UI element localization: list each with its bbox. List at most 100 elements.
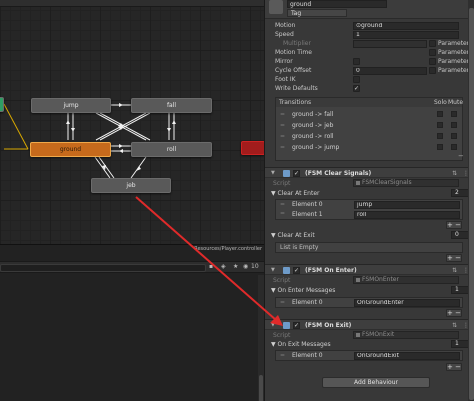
fsm-on-exit-enabled-checkbox[interactable]: ✓ bbox=[293, 322, 300, 329]
exit-state[interactable] bbox=[241, 141, 264, 155]
on-enter-script-label: Script bbox=[273, 277, 291, 284]
solo-checkbox[interactable] bbox=[437, 133, 443, 139]
on-exit-script-row: Script FSMOnExit bbox=[265, 331, 474, 340]
solo-checkbox[interactable] bbox=[437, 111, 443, 117]
mirror-parameter-label: Parameter bbox=[438, 58, 470, 65]
bottom-panel: Resources/Player.controller ▪ ◈ ★ ◉ 10 bbox=[0, 244, 264, 401]
state-fall[interactable]: fall bbox=[131, 98, 212, 113]
transitions-list: Transitions Solo Mute = ground -> fall = gr… bbox=[275, 97, 463, 161]
bottom-scroll-thumb[interactable] bbox=[259, 375, 263, 401]
speed-field[interactable]: 1 bbox=[353, 30, 459, 39]
mute-checkbox[interactable] bbox=[451, 111, 457, 117]
drag-handle-icon[interactable]: = bbox=[280, 299, 285, 306]
cycle-offset-field[interactable]: 0 bbox=[353, 66, 427, 75]
drag-handle-icon[interactable]: = bbox=[280, 352, 285, 359]
fsm-on-exit-title: (FSM On Exit) bbox=[305, 322, 352, 329]
on-exit-count[interactable]: 1 bbox=[451, 340, 469, 348]
clear-enter-element-1-field[interactable]: roll bbox=[354, 211, 460, 219]
state-jeb[interactable]: jeb bbox=[91, 178, 171, 193]
tag-field[interactable]: Tag bbox=[287, 9, 347, 17]
foldout-icon[interactable]: ▼ bbox=[271, 265, 275, 276]
entry-state[interactable] bbox=[0, 97, 4, 112]
search-input[interactable] bbox=[0, 264, 206, 272]
motion-field[interactable]: ⊙ground bbox=[353, 21, 459, 30]
on-exit-element-0-field[interactable]: OnGroundExit bbox=[354, 352, 460, 360]
drag-handle-icon[interactable]: = bbox=[280, 210, 285, 217]
inspector-scroll-thumb[interactable] bbox=[469, 8, 474, 400]
transition-item[interactable]: ground -> roll bbox=[292, 132, 334, 141]
on-exit-messages-text: On Exit Messages bbox=[277, 341, 331, 348]
tag-icon[interactable]: ◈ bbox=[221, 263, 226, 270]
transition-ground-jeb bbox=[94, 156, 111, 179]
motion-time-parameter-checkbox[interactable] bbox=[429, 49, 436, 56]
transition-item[interactable]: ground -> jeb bbox=[292, 121, 333, 130]
foldout-icon[interactable]: ▼ bbox=[271, 168, 275, 179]
mute-checkbox[interactable] bbox=[451, 122, 457, 128]
drag-handle-icon[interactable]: = bbox=[280, 144, 285, 151]
clear-at-enter-label[interactable]: ▼ Clear At Enter bbox=[271, 189, 320, 198]
fsm-clear-signals-header[interactable]: ▼ ✓ (FSM Clear Signals) ⇅ ⋮ bbox=[265, 167, 474, 178]
on-enter-count[interactable]: 1 bbox=[451, 286, 469, 294]
on-enter-messages-text: On Enter Messages bbox=[277, 287, 336, 294]
on-exit-messages-label[interactable]: ▼ On Exit Messages bbox=[271, 340, 331, 349]
multiplier-label: Multiplier bbox=[283, 40, 311, 47]
cycle-offset-label: Cycle Offset bbox=[275, 67, 312, 74]
foot-ik-checkbox[interactable] bbox=[353, 76, 360, 83]
fsm-on-enter-enabled-checkbox[interactable]: ✓ bbox=[293, 267, 300, 274]
drag-handle-icon[interactable]: = bbox=[280, 133, 285, 140]
eye-icon[interactable]: ◉ bbox=[243, 263, 248, 270]
write-defaults-label: Write Defaults bbox=[275, 85, 318, 92]
foldout-icon[interactable]: ▼ bbox=[271, 320, 275, 331]
solo-header: Solo bbox=[434, 99, 447, 106]
drag-handle-icon[interactable]: = bbox=[280, 201, 285, 208]
clear-at-exit-text: Clear At Exit bbox=[277, 232, 315, 239]
fsm-clear-signals-title: (FSM Clear Signals) bbox=[305, 170, 372, 177]
clear-at-exit-count[interactable]: 0 bbox=[451, 231, 469, 239]
inspector-scrollbar[interactable] bbox=[468, 0, 474, 401]
bottom-toolbar: ▪ ◈ ★ ◉ 10 bbox=[0, 261, 264, 273]
transition-item[interactable]: ground -> jump bbox=[292, 143, 339, 152]
clear-icon[interactable]: ▪ bbox=[209, 263, 213, 270]
solo-checkbox[interactable] bbox=[437, 144, 443, 150]
mute-checkbox[interactable] bbox=[451, 144, 457, 150]
state-fall-label: fall bbox=[166, 102, 177, 109]
motion-time-parameter-label: Parameter bbox=[438, 49, 470, 56]
mute-checkbox[interactable] bbox=[451, 133, 457, 139]
mirror-checkbox[interactable] bbox=[353, 58, 360, 65]
drag-handle-icon[interactable]: = bbox=[280, 111, 285, 118]
on-exit-add-remove[interactable]: + − bbox=[446, 363, 462, 371]
fsm-on-enter-header[interactable]: ▼ ✓ (FSM On Enter) ⇅ ⋮ bbox=[265, 264, 474, 275]
clear-at-enter-count[interactable]: 2 bbox=[451, 189, 469, 197]
on-enter-messages-label[interactable]: ▼ On Enter Messages bbox=[271, 286, 335, 295]
on-exit-messages-row: ▼ On Exit Messages 1 bbox=[265, 340, 474, 349]
fsm-clear-signals-enabled-checkbox[interactable]: ✓ bbox=[293, 170, 300, 177]
transition-item[interactable]: ground -> fall bbox=[292, 110, 333, 119]
clear-at-exit-label[interactable]: ▼ Clear At Exit bbox=[271, 231, 315, 240]
clear-at-exit-row: ▼ Clear At Exit 0 bbox=[265, 231, 474, 240]
on-enter-element-0-field[interactable]: OnGroundEnter bbox=[354, 299, 460, 307]
motion-time-row: Motion Time Parameter bbox=[265, 48, 474, 57]
transitions-title: Transitions bbox=[279, 99, 312, 106]
clear-exit-add-remove[interactable]: + − bbox=[446, 254, 462, 262]
animator-graph[interactable]: jump fall ground roll jeb bbox=[0, 0, 264, 244]
state-roll[interactable]: roll bbox=[131, 142, 212, 157]
multiplier-field bbox=[353, 39, 427, 48]
state-jump[interactable]: jump bbox=[31, 98, 111, 113]
object-name-field[interactable]: ground bbox=[287, 0, 387, 8]
add-behaviour-button[interactable]: Add Behaviour bbox=[322, 377, 430, 388]
remove-transition-button[interactable]: − bbox=[458, 152, 464, 160]
state-ground[interactable]: ground bbox=[30, 142, 111, 157]
multiplier-parameter-checkbox[interactable] bbox=[429, 40, 436, 47]
on-exit-script-label: Script bbox=[273, 332, 291, 339]
clear-enter-add-remove[interactable]: + − bbox=[446, 221, 462, 229]
star-icon[interactable]: ★ bbox=[233, 263, 238, 270]
cycle-offset-parameter-checkbox[interactable] bbox=[429, 67, 436, 74]
fsm-on-exit-header[interactable]: ▼ ✓ (FSM On Exit) ⇅ ⋮ bbox=[265, 319, 474, 330]
solo-checkbox[interactable] bbox=[437, 122, 443, 128]
speed-label: Speed bbox=[275, 31, 294, 38]
clear-enter-element-0-field[interactable]: jump bbox=[354, 201, 460, 209]
mirror-parameter-checkbox[interactable] bbox=[429, 58, 436, 65]
on-enter-add-remove[interactable]: + − bbox=[446, 309, 462, 317]
drag-handle-icon[interactable]: = bbox=[280, 122, 285, 129]
write-defaults-checkbox[interactable]: ✓ bbox=[353, 85, 360, 92]
